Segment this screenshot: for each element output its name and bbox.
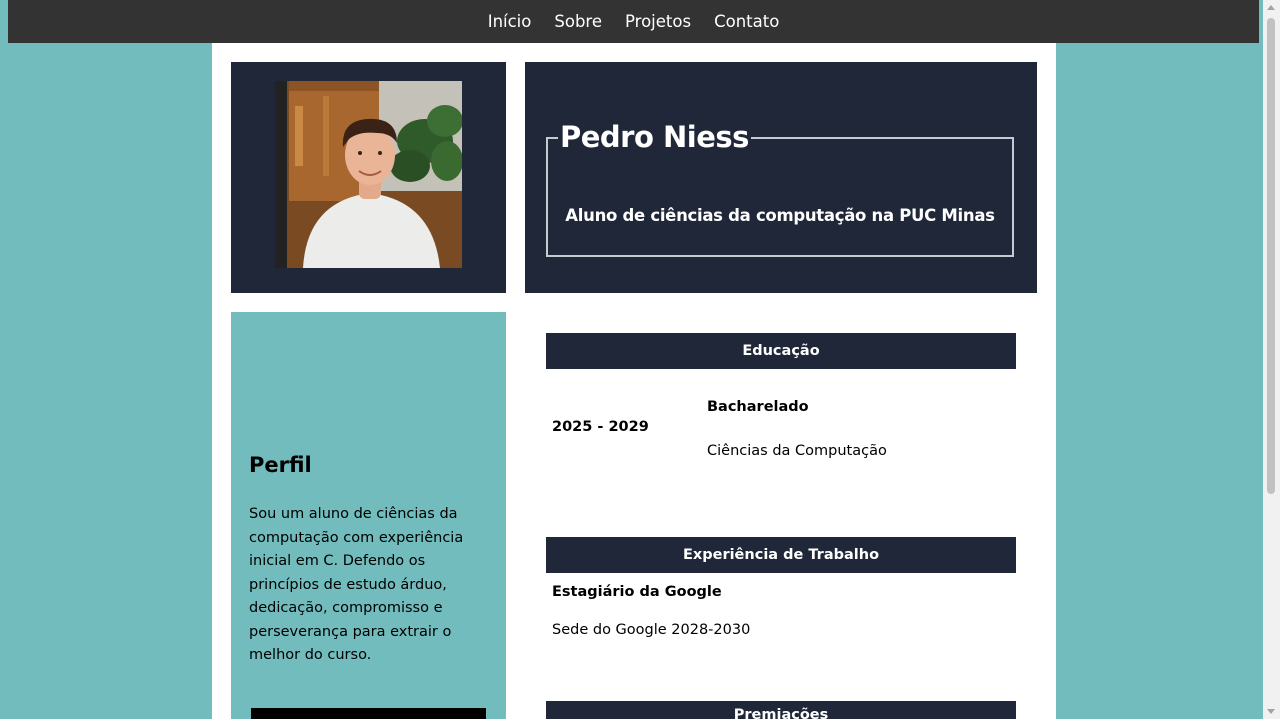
work-role: Estagiário da Google	[552, 584, 722, 600]
header-panel: Pedro Niess Aluno de ciências da computa…	[525, 62, 1037, 293]
education-heading: Educação	[546, 333, 1016, 369]
nav-link-contato[interactable]: Contato	[714, 12, 779, 31]
work-heading: Experiência de Trabalho	[546, 537, 1016, 573]
name-frame: Pedro Niess Aluno de ciências da computa…	[546, 117, 1014, 257]
resume-page: Pedro Niess Aluno de ciências da computa…	[212, 43, 1056, 719]
nav-link-inicio[interactable]: Início	[488, 12, 532, 31]
scroll-up-icon[interactable]	[1267, 5, 1275, 10]
profile-title: Perfil	[249, 453, 312, 477]
top-navbar: Início Sobre Projetos Contato	[8, 0, 1259, 43]
scroll-thumb[interactable]	[1267, 18, 1275, 494]
nav-link-projetos[interactable]: Projetos	[625, 12, 691, 31]
education-degree: Bacharelado	[707, 399, 809, 415]
sidebar-dark-block	[251, 708, 486, 719]
page-scrollbar[interactable]	[1263, 0, 1280, 719]
scroll-down-icon[interactable]	[1267, 709, 1275, 714]
nav-link-sobre[interactable]: Sobre	[554, 12, 602, 31]
education-years: 2025 - 2029	[552, 419, 649, 435]
profile-photo	[275, 81, 462, 268]
education-course: Ciências da Computação	[707, 443, 887, 459]
person-subtitle: Aluno de ciências da computação na PUC M…	[565, 206, 995, 225]
photo-panel	[231, 62, 506, 293]
work-detail: Sede do Google 2028-2030	[552, 622, 751, 638]
awards-heading: Premiações	[546, 701, 1016, 719]
profile-text: Sou um aluno de ciências da computação c…	[249, 506, 464, 663]
profile-sidebar: Perfil Sou um aluno de ciências da compu…	[231, 312, 506, 719]
person-name: Pedro Niess	[558, 117, 751, 157]
